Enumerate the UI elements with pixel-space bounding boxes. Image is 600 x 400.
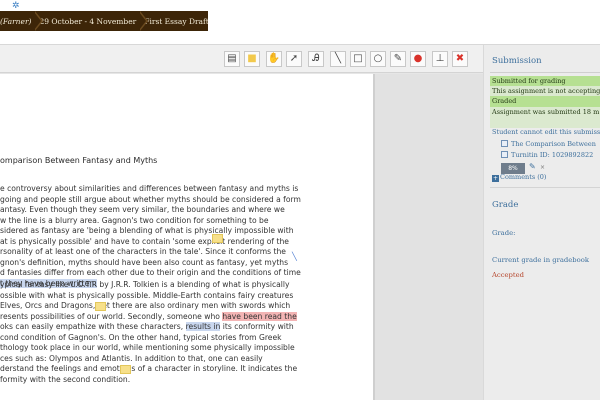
essay-page[interactable]: omparison Between Fantasy and Myths e co…: [0, 74, 373, 400]
submitted-file-name[interactable]: The Comparison Between: [511, 140, 596, 148]
settings-gear-icon[interactable]: ✲: [12, 2, 20, 11]
status-graded: Graded: [490, 96, 600, 107]
pen-tool-icon[interactable]: ✎: [390, 51, 406, 67]
line-tool-icon[interactable]: ╲: [330, 51, 346, 67]
document-icon: [501, 140, 508, 147]
pencil-edit-icon[interactable]: ✎: [529, 162, 536, 171]
document-viewer: ▤ ■ ✋ ➚ Ꭿ ╲ □ ○ ✎ ● ⊥ ✖ omparison Between Fantasy a…: [0, 45, 483, 400]
sticky-note-annotation[interactable]: [212, 234, 223, 243]
panel-divider: [490, 187, 600, 188]
essay-line: sidered as fantasy are 'being a blending…: [0, 226, 294, 235]
essay-line-text: oks can easily empathize with these char…: [0, 322, 186, 331]
submission-status-box: Submitted for grading This assignment is…: [490, 76, 600, 128]
grade-heading: Grade: [492, 200, 519, 210]
essay-line: ossible with what is physically possible…: [0, 290, 294, 300]
essay-line: Elves, Orcs and Dragons, yet there are a…: [0, 301, 291, 310]
pan-tool-icon[interactable]: ✋: [266, 51, 282, 67]
breadcrumb: (Farner) 29 October - 4 November First E…: [0, 11, 208, 31]
highlight-annotation[interactable]: have been read the: [222, 311, 297, 321]
comment-tool-icon[interactable]: ▤: [224, 51, 240, 67]
essay-line: formity with the second condition.: [0, 374, 131, 384]
essay-line: derstand the feelings and emotions of a …: [0, 364, 298, 373]
close-icon[interactable]: ×: [540, 164, 545, 171]
panel-divider: [490, 72, 600, 73]
comments-label[interactable]: Comments (0): [500, 173, 546, 181]
essay-paragraph-2: ypical fantasy like L.O.T.R by J.R.R. To…: [0, 280, 373, 385]
grade-label: Grade:: [492, 229, 516, 237]
stamp-tool-icon[interactable]: ⊥: [432, 51, 448, 67]
delete-tool-icon[interactable]: ✖: [452, 51, 468, 67]
color-tool-icon[interactable]: ●: [410, 51, 426, 67]
sticky-note-annotation[interactable]: [120, 365, 131, 374]
essay-line: oks can easily empathize with these char…: [0, 322, 373, 333]
essay-paragraph-1: e controversy about similarities and dif…: [0, 184, 373, 289]
essay-line: gnon's definition, myths should have bee…: [0, 257, 289, 267]
document-scroll-area[interactable]: [373, 74, 483, 400]
essay-line-text: its conformity with: [220, 322, 294, 331]
essay-line: going and people still argue about wheth…: [0, 194, 301, 204]
breadcrumb-item-week-label[interactable]: 29 October - 4 November: [35, 17, 140, 26]
essay-title: omparison Between Fantasy and Myths: [0, 156, 158, 165]
essay-line: ypical fantasy like L.O.T.R by J.R.R. To…: [0, 280, 290, 289]
breadcrumb-item-assignment[interactable]: First Essay Draft: [140, 11, 208, 31]
pen-annotation-mark[interactable]: ╲: [292, 252, 297, 261]
annotation-toolbar: ▤ ■ ✋ ➚ Ꭿ ╲ □ ○ ✎ ● ⊥ ✖: [0, 45, 483, 73]
cannot-edit-notice: Student cannot edit this submiss: [492, 128, 600, 136]
breadcrumb-item-week[interactable]: 29 October - 4 November: [35, 11, 140, 31]
essay-line: w the line is a blurry area. Gagnon's tw…: [0, 215, 269, 225]
essay-line: e controversy about similarities and dif…: [0, 184, 299, 193]
breadcrumb-item-course[interactable]: (Farner): [0, 11, 35, 31]
grade-accepted-status: Accepted: [492, 271, 524, 279]
essay-line-text: resents possibilities of our world. Seco…: [0, 311, 223, 321]
highlight-annotation[interactable]: results in: [185, 322, 221, 331]
status-submitted: Submitted for grading: [490, 76, 600, 87]
essay-line: antasy. Even though they seem very simil…: [0, 205, 285, 214]
plus-expand-icon[interactable]: +: [492, 175, 499, 182]
turnitin-link[interactable]: Turnitin ID: 1029892822: [501, 151, 593, 159]
select-tool-icon[interactable]: ➚: [286, 51, 302, 67]
stamp-text-tool-icon[interactable]: Ꭿ: [308, 51, 324, 67]
essay-line: d fantasies differ from each other due t…: [0, 268, 301, 277]
turnitin-id[interactable]: Turnitin ID: 1029892822: [511, 151, 593, 159]
current-grade-gradebook-link[interactable]: Current grade in gradebook: [492, 256, 589, 264]
essay-line: at is physically possible' and have to c…: [0, 236, 289, 246]
essay-line: cond condition of Gagnon's. On the other…: [0, 332, 282, 342]
breadcrumb-item-assignment-label[interactable]: First Essay Draft: [140, 17, 208, 26]
oval-tool-icon[interactable]: ○: [370, 51, 386, 67]
turnitin-icon: [501, 151, 508, 158]
comments-toggle[interactable]: + Comments (0): [492, 173, 546, 182]
rectangle-tool-icon[interactable]: □: [350, 51, 366, 67]
status-submitted-time: Assignment was submitted 18 m: [492, 107, 600, 116]
breadcrumb-item-course-label[interactable]: (Farner): [0, 17, 35, 26]
submission-heading: Submission: [492, 56, 542, 66]
essay-line: ces such as: Olympos and Atlantis. In ad…: [0, 353, 263, 363]
essay-line: resents possibilities of our world. Seco…: [0, 311, 373, 323]
sticky-note-annotation[interactable]: [95, 302, 106, 311]
submitted-file-link[interactable]: The Comparison Between: [501, 140, 596, 148]
status-not-accepting: This assignment is not accepting: [492, 87, 600, 96]
essay-line: thology took place in our world, while m…: [0, 343, 295, 352]
submission-panel: Submission Submitted for grading This as…: [483, 45, 600, 400]
essay-line: rsonality of at least one of the charact…: [0, 247, 286, 256]
sticky-note-tool-icon[interactable]: ■: [244, 51, 260, 67]
